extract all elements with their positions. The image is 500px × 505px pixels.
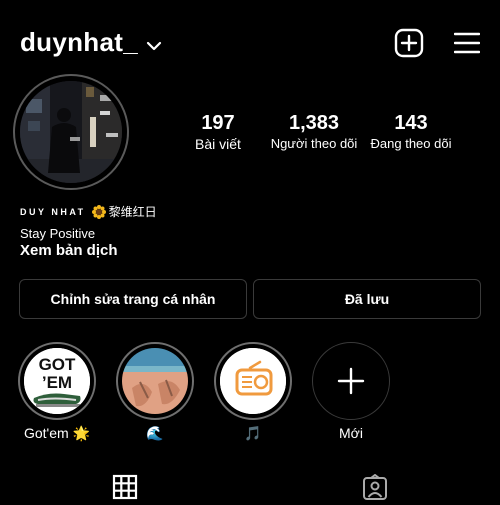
following-count[interactable]: 143 Đang theo dõi [364, 111, 458, 153]
chevron-down-icon [146, 28, 162, 59]
plus-icon [337, 367, 365, 400]
followers-value: 1,383 [288, 112, 340, 134]
highlight-ring [214, 342, 292, 420]
posts-value: 197 [201, 112, 235, 134]
radio-cover-image [220, 348, 286, 414]
highlight-caption: Got'em 🌟 [23, 425, 90, 441]
bio-text: Stay Positive [20, 226, 96, 241]
posts-count[interactable]: 197 Bài viết [180, 111, 256, 153]
profile-avatar[interactable] [13, 74, 129, 190]
sunflower-icon [91, 204, 106, 219]
radio-icon [220, 348, 286, 414]
plus-square-icon[interactable] [394, 28, 424, 63]
highlight-caption: 🌊 [146, 425, 164, 441]
followers-count[interactable]: 1,383 Người theo dõi [266, 111, 362, 153]
followers-label: Người theo dõi [270, 136, 358, 151]
highlight-ring [116, 342, 194, 420]
avatar-photo [20, 81, 122, 183]
see-translation-link[interactable]: Xem bản dịch [20, 242, 118, 259]
highlight-ring: GOT ’EM [18, 342, 96, 420]
following-value: 143 [394, 112, 428, 134]
highlight-beach[interactable]: 🌊 [116, 342, 194, 442]
display-name-cjk: 黎维红日 [108, 205, 157, 219]
highlight-caption: 🎵 [244, 425, 262, 441]
hamburger-menu-icon[interactable] [453, 31, 481, 60]
highlight-ring [312, 342, 390, 420]
display-name: DUY NHAT 黎维红日 [20, 203, 157, 220]
following-label: Đang theo dõi [370, 136, 452, 151]
new-highlight-button[interactable]: Mới [312, 342, 390, 442]
saved-button[interactable]: Đã lưu [253, 279, 481, 319]
beach-cover-image [122, 348, 188, 414]
display-name-latin: DUY NHAT [20, 206, 86, 217]
gotem-cover-image: GOT ’EM [24, 348, 90, 414]
svg-text:GOT: GOT [39, 355, 76, 374]
username-label: duynhat_ [20, 27, 138, 57]
tagged-person-icon[interactable] [362, 473, 388, 505]
svg-text:’EM: ’EM [42, 373, 72, 392]
edit-profile-button[interactable]: Chỉnh sửa trang cá nhân [19, 279, 247, 319]
highlight-music[interactable]: 🎵 [214, 342, 292, 442]
posts-label: Bài viết [195, 136, 241, 152]
highlight-caption: Mới [339, 425, 363, 441]
grid-icon[interactable] [112, 474, 138, 505]
highlight-gotem[interactable]: GOT ’EM Got'em 🌟 [18, 342, 96, 442]
username-switcher[interactable]: duynhat_ [20, 26, 162, 59]
